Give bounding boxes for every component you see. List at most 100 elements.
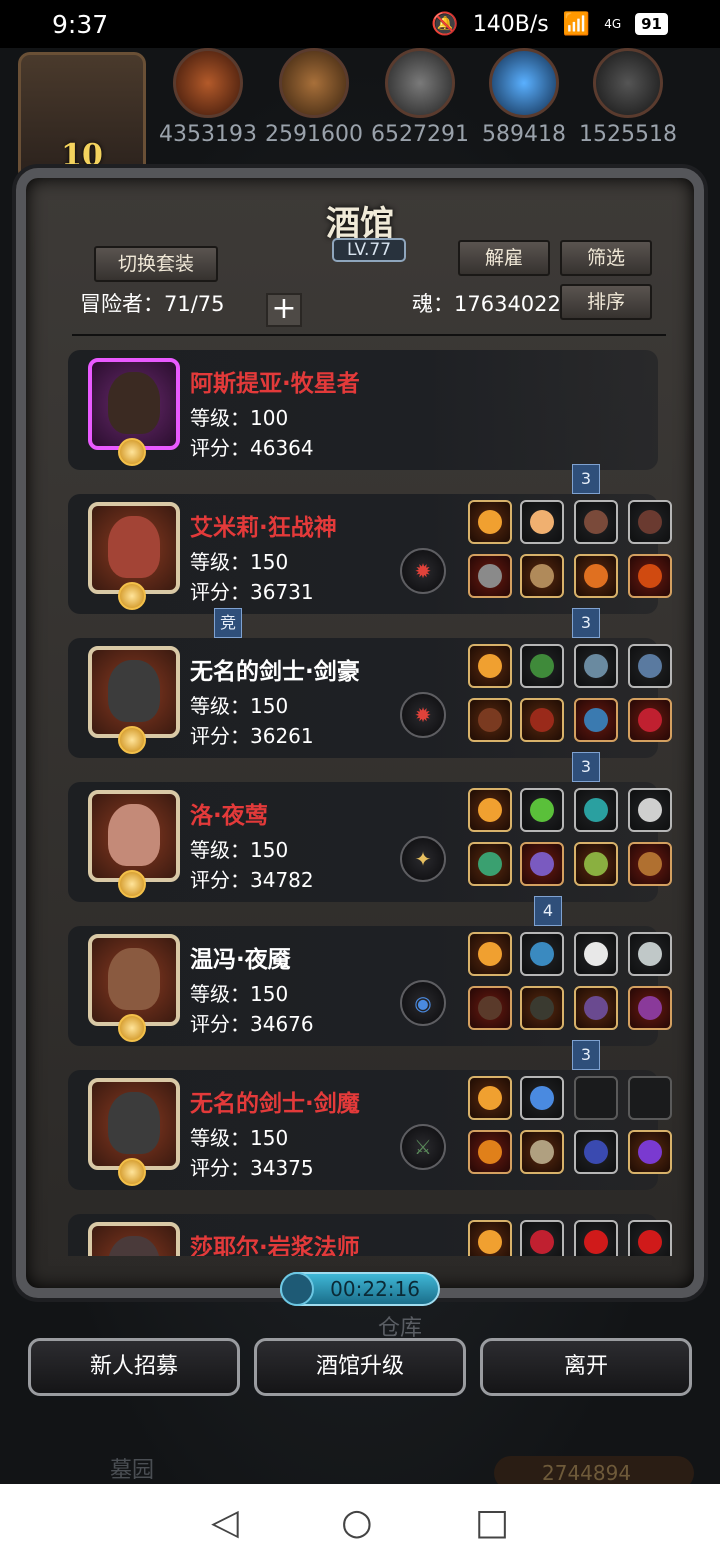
recruit-button[interactable]: 新人招募: [28, 1338, 240, 1396]
timer-value: 00:22:16: [330, 1277, 420, 1301]
equip-slot[interactable]: [574, 986, 618, 1030]
equip-slot[interactable]: [520, 554, 564, 598]
resource-value: 1525518: [579, 122, 677, 147]
empty-slot[interactable]: [628, 1076, 672, 1120]
hero-name: 洛·夜莺: [190, 803, 268, 829]
resource-stone[interactable]: 6527291: [370, 48, 470, 147]
resource-meat[interactable]: 4353193: [158, 48, 258, 147]
resource-wood[interactable]: 2591600: [264, 48, 364, 147]
equip-slot[interactable]: [574, 500, 618, 544]
equip-slot[interactable]: [468, 644, 512, 688]
equip-slot[interactable]: [468, 1220, 512, 1256]
hero-score: 评分：34782: [190, 868, 314, 892]
class-emblem-icon[interactable]: ◉: [400, 980, 446, 1026]
equip-slot[interactable]: [628, 986, 672, 1030]
equip-slot[interactable]: [574, 1220, 618, 1256]
hero-name: 艾米莉·狂战神: [190, 515, 337, 541]
home-icon[interactable]: ○: [341, 1502, 372, 1543]
hero-score: 评分：46364: [190, 436, 314, 460]
equip-slot[interactable]: [628, 1220, 672, 1256]
switch-set-button[interactable]: 切换套装: [94, 246, 218, 282]
tavern-level: LV.77: [332, 238, 406, 262]
equip-slot[interactable]: [468, 842, 512, 886]
adventurer-count: 冒险者：71/75: [80, 292, 225, 316]
upgrade-tavern-button[interactable]: 酒馆升级: [254, 1338, 466, 1396]
hero-card[interactable]: 莎耶尔·岩浆法师: [68, 1214, 672, 1256]
equip-slot[interactable]: [520, 500, 564, 544]
crystal-icon: [489, 48, 559, 118]
equip-slot[interactable]: [468, 500, 512, 544]
equip-slot[interactable]: [520, 932, 564, 976]
equip-slot[interactable]: [628, 932, 672, 976]
equip-slot[interactable]: [628, 554, 672, 598]
equip-slot[interactable]: [574, 644, 618, 688]
equip-slot[interactable]: [628, 788, 672, 832]
equip-slot[interactable]: [520, 842, 564, 886]
equip-slot[interactable]: [468, 1076, 512, 1120]
equip-slot[interactable]: [574, 842, 618, 886]
equip-slot[interactable]: [574, 788, 618, 832]
class-emblem-icon[interactable]: ✹: [400, 548, 446, 594]
equip-slot[interactable]: [468, 698, 512, 742]
recents-icon[interactable]: □: [475, 1502, 509, 1543]
equip-slot[interactable]: [628, 1130, 672, 1174]
gold-counter: 2744894: [494, 1456, 694, 1484]
resource-iron[interactable]: 1525518: [578, 48, 678, 147]
hero-card[interactable]: 艾米莉·狂战神 等级：150 评分：36731 ✹: [68, 494, 672, 614]
resource-value: 4353193: [159, 122, 257, 147]
equip-slot[interactable]: [574, 1130, 618, 1174]
crown-badge[interactable]: 10: [18, 52, 146, 182]
hero-card[interactable]: 阿斯提亚·牧星者 等级：100 评分：46364: [68, 350, 658, 470]
empty-slot[interactable]: [574, 1076, 618, 1120]
system-nav-bar: ◁ ○ □: [0, 1484, 720, 1560]
hero-level: 等级：150: [190, 838, 289, 862]
equip-slot[interactable]: [468, 932, 512, 976]
compete-tag: 竞: [214, 608, 242, 638]
filter-button[interactable]: 筛选: [560, 240, 652, 276]
equip-slot[interactable]: [628, 698, 672, 742]
equip-slot[interactable]: [468, 788, 512, 832]
resource-value: 2591600: [265, 122, 363, 147]
hero-card[interactable]: 无名的剑士·剑豪 等级：150 评分：36261 ✹: [68, 638, 672, 758]
dismiss-button[interactable]: 解雇: [458, 240, 550, 276]
rank-tag: 3: [572, 608, 600, 638]
equip-slot[interactable]: [628, 644, 672, 688]
hero-score: 评分：34676: [190, 1012, 314, 1036]
equip-slot[interactable]: [520, 1220, 564, 1256]
equip-slot[interactable]: [520, 698, 564, 742]
equip-slot[interactable]: [574, 554, 618, 598]
rank-tag: 3: [572, 464, 600, 494]
equip-slot[interactable]: [628, 500, 672, 544]
equip-slot[interactable]: [468, 986, 512, 1030]
class-emblem-icon[interactable]: ✹: [400, 692, 446, 738]
hero-card[interactable]: 温冯·夜魇 等级：150 评分：34676 ◉: [68, 926, 672, 1046]
equip-slot[interactable]: [468, 554, 512, 598]
hero-list[interactable]: 阿斯提亚·牧星者 等级：100 评分：46364 3 艾米莉·狂战神 等级：15…: [64, 346, 674, 1256]
hero-score: 评分：36261: [190, 724, 314, 748]
resource-crystal[interactable]: 589418: [474, 48, 574, 147]
sort-button[interactable]: 排序: [560, 284, 652, 320]
refresh-timer: 00:22:16: [280, 1272, 440, 1306]
add-slot-button[interactable]: +: [266, 293, 302, 327]
hero-card[interactable]: 无名的剑士·剑魔 等级：150 评分：34375 ⚔: [68, 1070, 672, 1190]
star-gem-icon: [118, 582, 146, 610]
hero-level: 等级：150: [190, 1126, 289, 1150]
class-emblem-icon[interactable]: ⚔: [400, 1124, 446, 1170]
star-gem-icon: [118, 438, 146, 466]
status-bar: 9:37 🔕 140B/s 📶 4G 91: [0, 0, 720, 48]
equip-slot[interactable]: [628, 842, 672, 886]
equip-slot[interactable]: [468, 1130, 512, 1174]
equip-slot[interactable]: [520, 788, 564, 832]
resource-value: 6527291: [371, 122, 469, 147]
equip-slot[interactable]: [520, 1130, 564, 1174]
equip-slot[interactable]: [574, 698, 618, 742]
equip-slot[interactable]: [520, 986, 564, 1030]
leave-button[interactable]: 离开: [480, 1338, 692, 1396]
hero-portrait: [88, 1078, 180, 1170]
equip-slot[interactable]: [520, 644, 564, 688]
class-emblem-icon[interactable]: ✦: [400, 836, 446, 882]
back-icon[interactable]: ◁: [211, 1502, 239, 1543]
equip-slot[interactable]: [520, 1076, 564, 1120]
hero-card[interactable]: 洛·夜莺 等级：150 评分：34782 ✦: [68, 782, 672, 902]
equip-slot[interactable]: [574, 932, 618, 976]
